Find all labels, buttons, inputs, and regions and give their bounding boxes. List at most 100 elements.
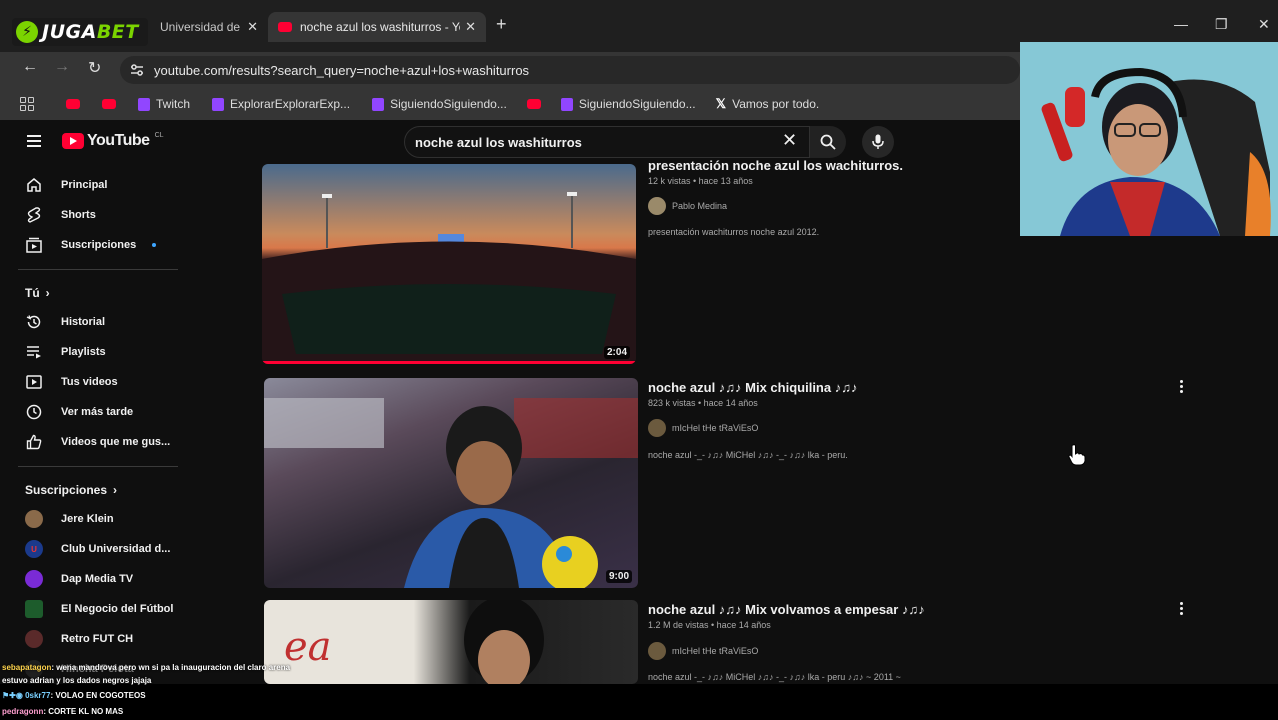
menu-icon[interactable] bbox=[27, 135, 41, 150]
sidebar-item-label: Shorts bbox=[61, 209, 96, 221]
video-title[interactable]: presentación noche azul los wachiturros. bbox=[648, 158, 903, 173]
bookmark-label: Twitch bbox=[156, 97, 191, 111]
channel-label: Jere Klein bbox=[61, 513, 114, 525]
country-code: CL bbox=[154, 132, 164, 139]
clear-search-icon[interactable]: ✕ bbox=[782, 130, 797, 151]
sidebar-item-tus-videos[interactable]: Tus videos bbox=[8, 367, 188, 397]
bookmark-x[interactable]: 𝕏 Vamos por todo. bbox=[716, 96, 820, 112]
search-input[interactable]: noche azul los washiturros bbox=[404, 126, 810, 158]
sidebar-divider bbox=[18, 466, 178, 467]
sidebar-channel-negocio-futbol[interactable]: El Negocio del Fútbol bbox=[8, 594, 188, 624]
close-icon[interactable]: ✕ bbox=[247, 19, 258, 35]
streamer-webcam-image bbox=[1020, 42, 1278, 236]
video-title[interactable]: noche azul ♪♫♪ Mix volvamos a empesar ♪♫… bbox=[648, 602, 925, 617]
subscriptions-icon bbox=[25, 236, 43, 254]
sidebar-item-liked-videos[interactable]: Videos que me gus... bbox=[8, 427, 188, 457]
sidebar-channel-dap-media[interactable]: Dap Media TV bbox=[8, 564, 188, 594]
channel-label: Retro FUT CH bbox=[61, 633, 134, 645]
sidebar-subscriptions-heading[interactable]: Suscripciones › bbox=[8, 476, 188, 504]
tab-youtube-search[interactable]: noche azul los washiturros - You ✕ bbox=[268, 12, 486, 42]
twitch-icon bbox=[138, 97, 150, 111]
avatar bbox=[648, 419, 666, 437]
search-query-text: noche azul los washiturros bbox=[415, 134, 582, 150]
portrait-thumbnail-image: ea bbox=[284, 600, 544, 684]
bookmark-label: Vamos por todo. bbox=[732, 97, 820, 111]
youtube-icon bbox=[102, 99, 116, 109]
video-thumbnail[interactable]: ea bbox=[264, 600, 638, 684]
back-icon[interactable]: ← bbox=[22, 58, 38, 76]
chat-message: ⚑✚◉ 0skr77: VOLAO EN COGOTEOS bbox=[2, 691, 146, 700]
bookmark-twitch-siguiendo[interactable]: SiguiendoSiguiendo... bbox=[372, 97, 507, 111]
youtube-logo[interactable]: YouTube CL bbox=[62, 132, 164, 150]
bookmark-twitch[interactable]: Twitch bbox=[138, 97, 190, 111]
sidebar-item-principal[interactable]: Principal bbox=[8, 170, 188, 200]
sidebar-item-suscripciones[interactable]: Suscripciones bbox=[8, 230, 188, 260]
tab-universidad[interactable]: Universidad de ✕ bbox=[150, 12, 268, 42]
minimize-icon[interactable]: — bbox=[1174, 16, 1188, 32]
apps-grid-icon[interactable] bbox=[20, 97, 34, 111]
microphone-icon bbox=[872, 134, 884, 149]
video-title[interactable]: noche azul ♪♫♪ Mix chiquilina ♪♫♪ bbox=[648, 380, 857, 395]
new-content-dot bbox=[152, 243, 156, 247]
watch-later-icon bbox=[25, 403, 43, 421]
close-icon[interactable]: ✕ bbox=[465, 19, 476, 35]
jugabet-logo: ⚡ JUGABET bbox=[12, 18, 148, 46]
video-description: presentación wachiturros noche azul 2012… bbox=[648, 227, 820, 237]
bookmark-label: SiguiendoSiguiendo... bbox=[578, 97, 696, 111]
bookmark-twitch-explorar[interactable]: ExplorarExplorarExp... bbox=[212, 97, 350, 111]
more-options-icon[interactable] bbox=[1180, 602, 1184, 615]
sidebar-channel-retro-fut[interactable]: Retro FUT CH bbox=[8, 624, 188, 654]
reload-icon[interactable]: ↻ bbox=[88, 58, 101, 78]
sidebar-item-label: Ver más tarde bbox=[61, 406, 134, 418]
sidebar-item-shorts[interactable]: Shorts bbox=[8, 200, 188, 230]
more-options-icon[interactable] bbox=[1180, 380, 1184, 393]
channel-name: Pablo Medina bbox=[672, 201, 728, 211]
site-settings-icon[interactable] bbox=[130, 63, 144, 77]
tab-label: Universidad de bbox=[160, 20, 241, 34]
url-bar[interactable]: youtube.com/results?search_query=noche+a… bbox=[120, 56, 1020, 84]
sidebar-channel-jere-klein[interactable]: Jere Klein bbox=[8, 504, 188, 534]
sidebar-you-heading[interactable]: Tú › bbox=[8, 279, 188, 307]
new-tab-icon[interactable]: + bbox=[496, 14, 507, 35]
sidebar-item-label: Principal bbox=[61, 179, 108, 191]
bookmark-youtube[interactable] bbox=[66, 99, 80, 109]
video-channel[interactable]: mIcHel tHe tRaViEsO bbox=[648, 419, 758, 437]
bookmark-twitch-siguiendo-2[interactable]: SiguiendoSiguiendo... bbox=[560, 97, 696, 111]
bookmark-youtube[interactable] bbox=[102, 99, 116, 109]
avatar bbox=[25, 600, 43, 618]
chevron-right-icon: › bbox=[45, 286, 50, 300]
window-close-icon[interactable]: ✕ bbox=[1258, 16, 1270, 33]
shorts-icon bbox=[25, 206, 43, 224]
chat-text: : VOLAO EN COGOTEOS bbox=[50, 691, 146, 700]
jugabet-wordmark: JUGABET bbox=[42, 21, 139, 43]
sidebar-item-playlists[interactable]: Playlists bbox=[8, 337, 188, 367]
sidebar-item-historial[interactable]: Historial bbox=[8, 307, 188, 337]
search-button[interactable] bbox=[810, 126, 846, 158]
chat-message: estuvo adrian y los dados negros jajaja bbox=[2, 676, 151, 685]
chat-text: : wena mandrova pero wn si pa la inaugur… bbox=[51, 663, 291, 672]
restore-icon[interactable]: ❐ bbox=[1215, 16, 1228, 33]
x-icon: 𝕏 bbox=[715, 96, 727, 111]
twitch-icon bbox=[212, 97, 225, 111]
forward-icon[interactable]: → bbox=[54, 58, 70, 76]
avatar bbox=[648, 642, 666, 660]
video-thumbnail[interactable]: 9:00 bbox=[264, 378, 638, 588]
video-channel[interactable]: mIcHel tHe tRaViEsO bbox=[648, 642, 758, 660]
stadium-thumbnail-image bbox=[262, 192, 636, 364]
voice-search-button[interactable] bbox=[862, 126, 894, 158]
channel-name: mIcHel tHe tRaViEsO bbox=[672, 646, 759, 656]
sidebar-item-ver-mas-tarde[interactable]: Ver más tarde bbox=[8, 397, 188, 427]
bookmark-youtube[interactable] bbox=[526, 99, 541, 109]
streamer-webcam bbox=[1020, 42, 1278, 236]
video-thumbnail[interactable]: 2:04 bbox=[262, 164, 636, 364]
youtube-icon bbox=[66, 99, 80, 109]
video-duration: 2:04 bbox=[603, 346, 630, 359]
sidebar-channel-club-universidad[interactable]: U Club Universidad d... bbox=[8, 534, 188, 564]
sidebar-item-label: Suscripciones bbox=[61, 239, 137, 251]
youtube-favicon-icon bbox=[278, 22, 292, 32]
sidebar-divider bbox=[18, 269, 178, 270]
url-text: youtube.com/results?search_query=noche+a… bbox=[154, 62, 530, 78]
chat-username: pedragonn bbox=[2, 707, 44, 716]
chat-message: sebapatagon: wena mandrova pero wn si pa… bbox=[2, 663, 290, 672]
video-channel[interactable]: Pablo Medina bbox=[648, 197, 727, 215]
